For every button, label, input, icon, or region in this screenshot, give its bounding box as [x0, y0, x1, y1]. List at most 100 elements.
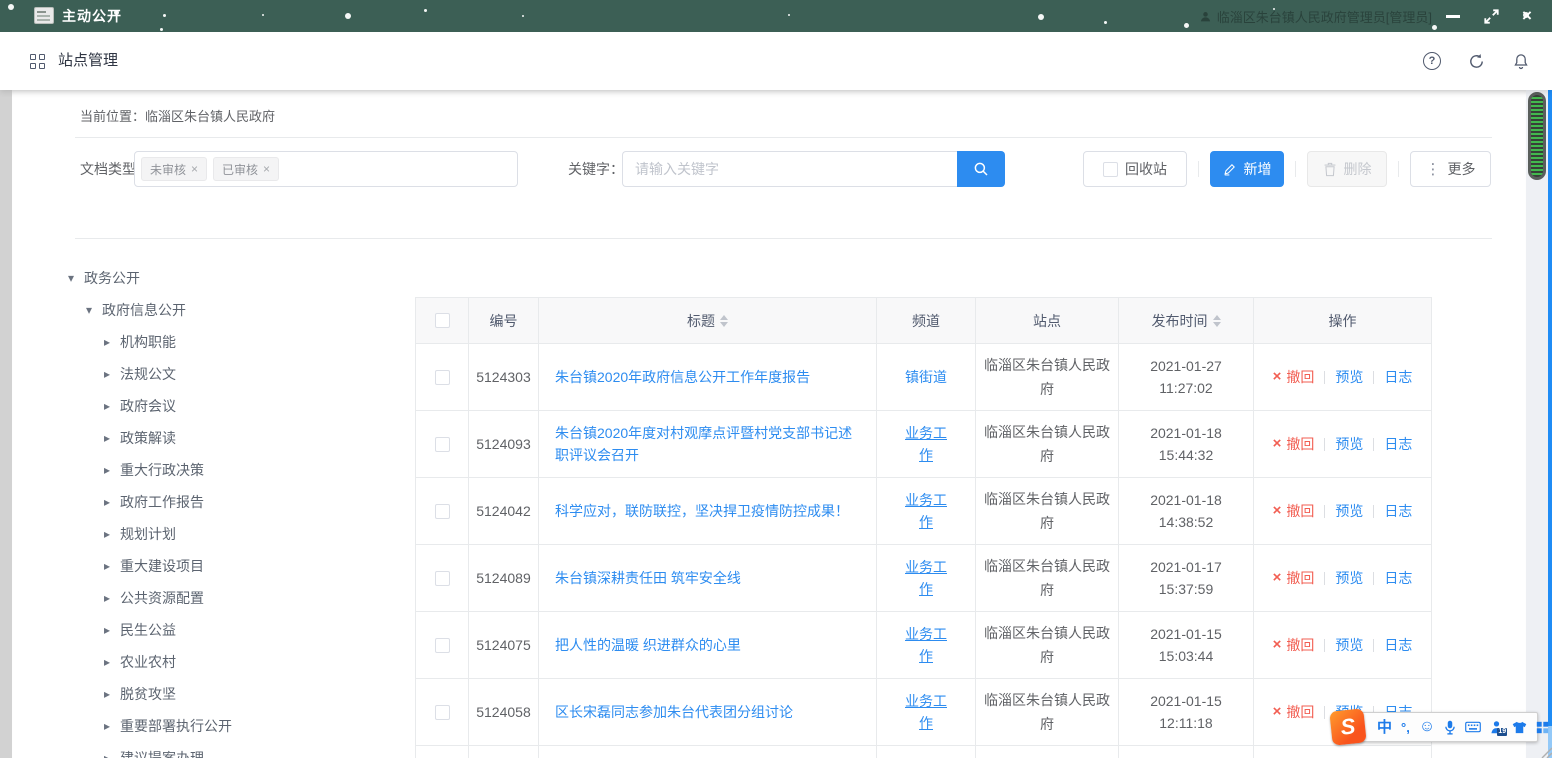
tree-caret-icon[interactable]: ▸	[100, 687, 114, 701]
header-published[interactable]: 发布时间	[1119, 298, 1254, 343]
tree-caret-icon[interactable]: ▸	[100, 431, 114, 445]
channel-link[interactable]: 业务工作	[899, 556, 953, 600]
toolbox-icon[interactable]	[1536, 721, 1549, 734]
withdraw-button[interactable]: ×撤回	[1273, 567, 1315, 589]
log-button[interactable]: 日志	[1384, 433, 1412, 455]
row-checkbox[interactable]	[435, 571, 450, 586]
log-button[interactable]: 日志	[1384, 634, 1412, 656]
sort-icon[interactable]	[1213, 315, 1221, 327]
row-checkbox[interactable]	[435, 705, 450, 720]
withdraw-button[interactable]: ×撤回	[1273, 634, 1315, 656]
tree-item[interactable]: ▸ 脱贫攻坚	[64, 678, 414, 710]
tree-item[interactable]: ▸ 政府会议	[64, 390, 414, 422]
channel-link[interactable]: 业务工作	[899, 623, 953, 667]
punctuation-icon[interactable]: °,	[1401, 721, 1410, 734]
search-button[interactable]	[957, 151, 1005, 187]
tree-item[interactable]: ▾ 政务公开	[64, 262, 414, 294]
microphone-icon[interactable]	[1444, 720, 1456, 735]
channel-link[interactable]: 业务工作	[899, 422, 953, 466]
tree-caret-icon[interactable]: ▸	[100, 559, 114, 573]
row-checkbox[interactable]	[435, 638, 450, 653]
scrollbar-track[interactable]	[1526, 90, 1548, 758]
sort-icon[interactable]	[720, 315, 728, 327]
tag-close-icon[interactable]: ×	[263, 162, 270, 176]
log-button[interactable]: 日志	[1384, 567, 1412, 589]
tree-item[interactable]: ▸ 民生公益	[64, 614, 414, 646]
document-title-link[interactable]: 科学应对，联防联控，坚决捍卫疫情防控成果！	[555, 500, 849, 522]
channel-link[interactable]: 业务工作	[899, 489, 953, 533]
skin-icon[interactable]	[1512, 721, 1527, 734]
tree-item[interactable]: ▸ 重要部署执行公开	[64, 710, 414, 742]
tree-item[interactable]: ▸ 农业农村	[64, 646, 414, 678]
tree-caret-icon[interactable]: ▸	[100, 463, 114, 477]
preview-button[interactable]: 预览	[1335, 366, 1363, 388]
recycle-bin-button[interactable]: 回收站	[1083, 151, 1187, 187]
withdraw-button[interactable]: ×撤回	[1273, 701, 1315, 723]
preview-button[interactable]: 预览	[1335, 567, 1363, 589]
tree-caret-icon[interactable]: ▸	[100, 367, 114, 381]
log-button[interactable]: 日志	[1384, 366, 1412, 388]
add-button[interactable]: 新增	[1210, 151, 1284, 187]
tree-item[interactable]: ▾ 政府信息公开	[64, 294, 414, 326]
row-checkbox[interactable]	[435, 437, 450, 452]
sogou-logo[interactable]: S	[1329, 708, 1366, 745]
chinese-mode-icon[interactable]: 中	[1377, 720, 1392, 735]
tree-caret-icon[interactable]: ▸	[100, 527, 114, 541]
preview-button[interactable]: 预览	[1335, 433, 1363, 455]
keyboard-icon[interactable]	[1465, 721, 1481, 733]
preview-button[interactable]: 预览	[1335, 500, 1363, 522]
maximize-icon[interactable]	[1474, 0, 1508, 32]
document-title-link[interactable]: 朱台镇2020年政府信息公开工作年度报告	[555, 366, 810, 388]
tree-caret-icon[interactable]: ▾	[64, 271, 78, 285]
tag-close-icon[interactable]: ×	[191, 162, 198, 176]
doc-type-input[interactable]: 未审核 × 已审核 ×	[134, 151, 518, 187]
document-title-link[interactable]: 朱台镇2020年度对村观摩点评暨村党支部书记述职评议会召开	[555, 422, 860, 466]
tree-item[interactable]: ▸ 政府工作报告	[64, 486, 414, 518]
withdraw-button[interactable]: ×撤回	[1273, 500, 1315, 522]
recycle-checkbox[interactable]	[1103, 162, 1118, 177]
tree-item[interactable]: ▸ 重大行政决策	[64, 454, 414, 486]
header-title[interactable]: 标题	[539, 298, 877, 343]
tree-caret-icon[interactable]: ▸	[100, 591, 114, 605]
resize-grip[interactable]	[1538, 744, 1552, 758]
tree-caret-icon[interactable]: ▸	[100, 495, 114, 509]
tree-caret-icon[interactable]: ▾	[82, 303, 96, 317]
tree-item[interactable]: ▸ 法规公文	[64, 358, 414, 390]
tree-caret-icon[interactable]: ▸	[100, 623, 114, 637]
refresh-icon[interactable]	[1467, 52, 1486, 71]
withdraw-button[interactable]: ×撤回	[1273, 366, 1315, 388]
user-19-icon[interactable]: 19	[1490, 720, 1503, 734]
document-title-link[interactable]: 朱台镇深耕责任田 筑牢安全线	[555, 567, 741, 589]
channel-link[interactable]: 镇街道	[905, 366, 947, 388]
select-all-checkbox[interactable]	[435, 313, 450, 328]
tree-caret-icon[interactable]: ▸	[100, 751, 114, 758]
keyword-input[interactable]	[622, 151, 957, 187]
help-icon[interactable]: ?	[1423, 52, 1441, 70]
withdraw-button[interactable]: ×撤回	[1273, 433, 1315, 455]
emoji-icon[interactable]: ☺	[1419, 719, 1435, 735]
minimize-icon[interactable]	[1436, 0, 1470, 32]
document-title-link[interactable]: 把人性的温暖 织进群众的心里	[555, 634, 741, 656]
tree-item[interactable]: ▸ 建议提案办理	[64, 742, 414, 758]
channel-link[interactable]: 业务工作	[899, 690, 953, 734]
document-title-link[interactable]: 区长宋磊同志参加朱台代表团分组讨论	[555, 701, 793, 723]
tree-item[interactable]: ▸ 规划计划	[64, 518, 414, 550]
row-checkbox[interactable]	[435, 370, 450, 385]
tree-item-label: 规划计划	[120, 524, 176, 544]
tree-caret-icon[interactable]: ▸	[100, 719, 114, 733]
tree-caret-icon[interactable]: ▸	[100, 399, 114, 413]
tree-item[interactable]: ▸ 重大建设项目	[64, 550, 414, 582]
tree-caret-icon[interactable]: ▸	[100, 335, 114, 349]
more-button[interactable]: ⋮ 更多	[1410, 151, 1491, 187]
row-checkbox[interactable]	[435, 504, 450, 519]
bell-icon[interactable]	[1512, 52, 1530, 71]
tree-item[interactable]: ▸ 政策解读	[64, 422, 414, 454]
preview-button[interactable]: 预览	[1335, 634, 1363, 656]
tree-caret-icon[interactable]: ▸	[100, 655, 114, 669]
delete-button[interactable]: 删除	[1307, 151, 1387, 187]
tree-item[interactable]: ▸ 公共资源配置	[64, 582, 414, 614]
scrollbar-thumb[interactable]	[1528, 92, 1546, 180]
close-icon[interactable]: ×	[1510, 0, 1544, 32]
log-button[interactable]: 日志	[1384, 500, 1412, 522]
tree-item[interactable]: ▸ 机构职能	[64, 326, 414, 358]
